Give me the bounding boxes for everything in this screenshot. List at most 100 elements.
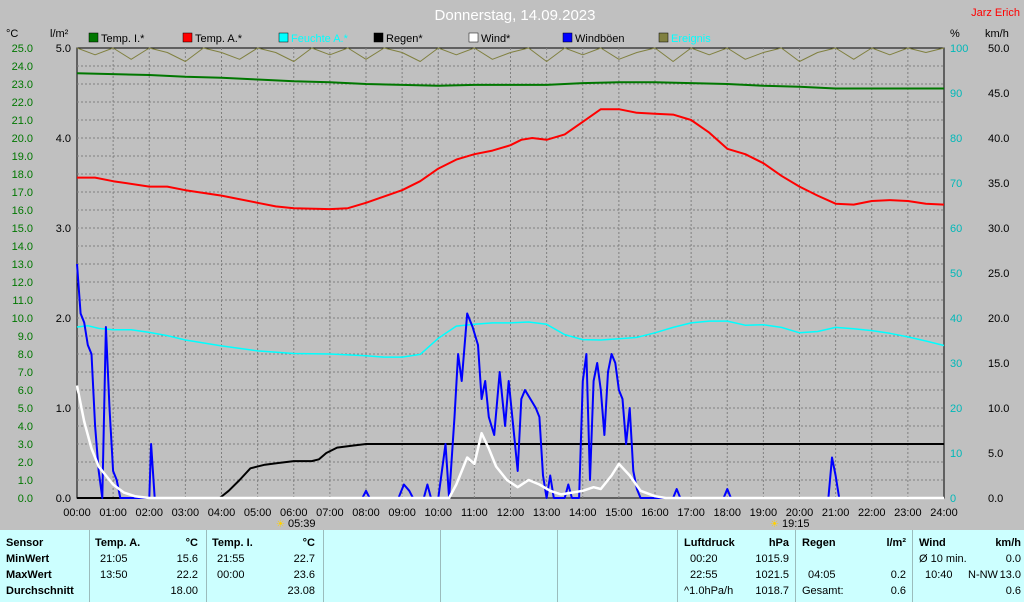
- chart-grid: [76, 47, 945, 499]
- rain-max-time: 04:05: [808, 569, 836, 581]
- legend-item: Wind*: [468, 32, 511, 45]
- speed-tick-label: 40.0: [988, 133, 1009, 145]
- speed-tick-label: 45.0: [988, 88, 1009, 100]
- time-tick-label: 12:00: [497, 507, 525, 519]
- legend-label: Temp. I.*: [101, 33, 145, 45]
- speed-tick-label: 50.0: [988, 43, 1009, 55]
- percent-tick-label: 30: [950, 358, 962, 370]
- time-tick-label: 11:00: [461, 507, 488, 519]
- sunrise-time: 05:39: [288, 518, 316, 530]
- legend-swatch: [658, 32, 669, 43]
- time-tick-label: 14:00: [569, 507, 597, 519]
- wind-last: 0.6: [1005, 585, 1021, 597]
- temp-tick-label: 21.0: [12, 115, 33, 127]
- percent-tick-label: 80: [950, 133, 962, 145]
- rain-tick-label: 3.0: [56, 223, 71, 235]
- temp-tick-label: 10.0: [12, 313, 33, 325]
- temp-a-min: 15.6: [176, 553, 198, 565]
- temp-tick-label: 12.0: [12, 277, 33, 289]
- rain-tick-label: 5.0: [56, 43, 71, 55]
- time-tick-label: 00:00: [63, 507, 91, 519]
- time-tick-label: 01:00: [99, 507, 127, 519]
- col-pressure: Luftdruck hPa 00:20 1015.9 22:55 1021.5 …: [678, 530, 796, 602]
- wind-max: 13.0: [999, 569, 1021, 581]
- temp-i-header: Temp. I.: [212, 537, 253, 549]
- col-empty-1: [324, 530, 441, 602]
- sunset-marker: ☀ 19:15: [770, 518, 810, 530]
- rain-total-label: Gesamt:: [802, 585, 844, 597]
- series-line-ereignis: [76, 47, 945, 62]
- temp-tick-label: 6.0: [18, 385, 33, 397]
- wind-max-dir: N-NW: [968, 569, 998, 581]
- legend-swatch: [562, 32, 573, 43]
- temp-tick-label: 1.0: [18, 475, 33, 487]
- time-tick-label: 07:00: [316, 507, 344, 519]
- speed-tick-label: 25.0: [988, 268, 1009, 280]
- temp-tick-label: 16.0: [12, 205, 33, 217]
- legend-label: Feuchte A.*: [291, 33, 349, 45]
- time-tick-label: 03:00: [172, 507, 200, 519]
- rain-unit: l/m²: [886, 537, 906, 549]
- col-rain: Regen l/m² 04:05 0.2 Gesamt: 0.6: [796, 530, 913, 602]
- pressure-max-time: 22:55: [690, 569, 718, 581]
- speed-tick-label: 30.0: [988, 223, 1009, 235]
- legend-swatch: [373, 32, 384, 43]
- time-tick-label: 17:00: [677, 507, 705, 519]
- col-temp-i: Temp. I. °C 21:55 22.7 00:00 23.6 23.08: [207, 530, 324, 602]
- legend-item: Ereignis: [658, 32, 711, 45]
- chart-title: Donnerstag, 14.09.2023: [435, 7, 596, 24]
- temp-tick-label: 3.0: [18, 439, 33, 451]
- temp-a-unit: °C: [185, 537, 198, 549]
- percent-tick-label: 10: [950, 448, 962, 460]
- temp-tick-label: 25.0: [12, 43, 33, 55]
- temp-i-unit: °C: [302, 537, 315, 549]
- temp-a-header: Temp. A.: [95, 537, 141, 549]
- pressure-trend-value: 1018.7: [755, 585, 789, 597]
- col-sensor: Sensor MinWert MaxWert Durchschnitt: [0, 530, 90, 602]
- legend-label: Ereignis: [671, 33, 711, 45]
- legend-label: Temp. A.*: [195, 33, 243, 45]
- speed-tick-label: 5.0: [988, 448, 1003, 460]
- speed-tick-label: 20.0: [988, 313, 1009, 325]
- percent-tick-label: 20: [950, 403, 962, 415]
- legend-label: Regen*: [386, 33, 423, 45]
- temp-tick-label: 8.0: [18, 349, 33, 361]
- series-line-feuchte-a: [76, 320, 945, 358]
- legend-swatch: [182, 32, 193, 43]
- time-tick-label: 21:00: [822, 507, 850, 519]
- pressure-min-time: 00:20: [690, 553, 718, 565]
- pressure-max: 1021.5: [755, 569, 789, 581]
- wind-unit: km/h: [995, 537, 1021, 549]
- temp-i-max-time: 00:00: [217, 569, 245, 581]
- temp-tick-label: 20.0: [12, 133, 33, 145]
- time-tick-label: 10:00: [424, 507, 452, 519]
- temp-tick-label: 22.0: [12, 97, 33, 109]
- col-temp-a: Temp. A. °C 21:05 15.6 13:50 22.2 18.00: [90, 530, 207, 602]
- unit-rain: l/m²: [50, 28, 69, 40]
- time-tick-label: 13:00: [533, 507, 561, 519]
- time-tick-label: 09:00: [388, 507, 416, 519]
- temp-a-max: 22.2: [176, 569, 198, 581]
- unit-percent: %: [950, 28, 960, 40]
- author-label: Jarz Erich: [971, 7, 1020, 19]
- weather-chart: 00:00 01:00 02:00 03:00 04:00 05:00 06:00 07:00…: [6, 7, 1020, 530]
- temp-tick-label: 14.0: [12, 241, 33, 253]
- legend-label: Wind*: [481, 33, 511, 45]
- speed-tick-label: 15.0: [988, 358, 1009, 370]
- row-max-label: MaxWert: [6, 569, 52, 581]
- wind-header: Wind: [919, 537, 946, 549]
- rain-max: 0.2: [890, 569, 906, 581]
- temp-tick-label: 11.0: [12, 295, 33, 307]
- speed-tick-label: 10.0: [988, 403, 1009, 415]
- temp-tick-label: 18.0: [12, 169, 33, 181]
- sunrise-marker: ☀ 05:39: [276, 518, 316, 530]
- rain-total: 0.6: [890, 585, 906, 597]
- legend-item: Regen*: [373, 32, 423, 45]
- temp-tick-label: 5.0: [18, 403, 33, 415]
- col-empty-2: [441, 530, 558, 602]
- sunset-icon: ☀: [770, 519, 779, 530]
- temp-a-max-time: 13:50: [100, 569, 128, 581]
- chart-legend: Temp. I.* Temp. A.* Feuchte A.* Regen* Wind*…: [88, 32, 711, 45]
- percent-tick-label: 50: [950, 268, 962, 280]
- unit-temp: °C: [6, 28, 18, 40]
